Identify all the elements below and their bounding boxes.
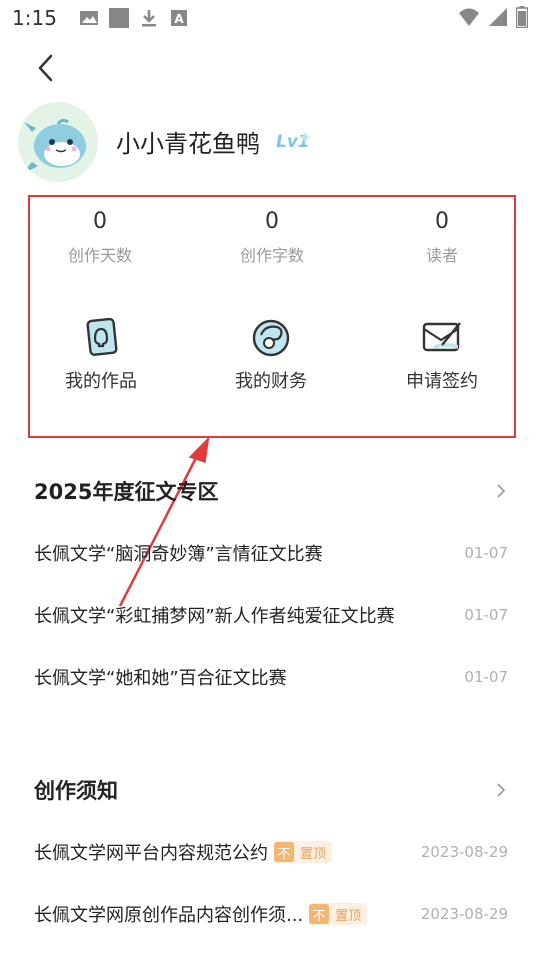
- download-icon: [141, 10, 156, 27]
- battery-icon: [516, 6, 528, 28]
- stat-word-count[interactable]: 0 创作字数: [202, 209, 342, 266]
- works-icon: [86, 317, 118, 356]
- item-date: 2023-08-29: [420, 843, 508, 861]
- stat-value: 0: [435, 209, 449, 234]
- back-button[interactable]: [30, 52, 60, 84]
- item-title: 长佩文学“彩虹捕梦网”新人作者纯爱征文比赛: [34, 606, 395, 627]
- chevron-right-icon: [497, 484, 506, 498]
- stat-label: 读者: [425, 246, 458, 265]
- stat-value: 0: [93, 209, 107, 234]
- username: 小小青花鱼鸭: [116, 130, 260, 158]
- font-icon: A: [170, 10, 187, 26]
- my-finance-button[interactable]: 我的财务: [196, 315, 346, 393]
- item-title-text: 长佩文学网原创作品内容创作须...: [34, 905, 304, 926]
- pin-label: 置顶: [335, 908, 362, 924]
- section-title: 创作须知: [34, 779, 118, 803]
- stat-writing-days[interactable]: 0 创作天数: [30, 209, 170, 266]
- pinned-badge: 不 置顶: [309, 903, 368, 925]
- signal-icon: [489, 8, 507, 26]
- stat-label: 创作字数: [239, 246, 304, 265]
- item-title-text: 长佩文学网平台内容规范公约: [34, 843, 268, 864]
- list-item[interactable]: 长佩文学“彩虹捕梦网”新人作者纯爱征文比赛 01-07: [34, 600, 508, 630]
- list-item[interactable]: 长佩文学“脑洞奇妙簿”言情征文比赛 01-07: [34, 538, 508, 568]
- chevron-right-icon: [497, 783, 506, 797]
- action-label: 申请签约: [406, 371, 478, 392]
- pin-label: 置顶: [300, 846, 327, 862]
- wifi-icon: [459, 8, 479, 26]
- list-item[interactable]: 长佩文学网原创作品内容创作须... 不 置顶 2023-08-29: [34, 899, 508, 929]
- fish-mascot-icon: [18, 102, 98, 182]
- item-date: 2023-08-29: [420, 905, 508, 923]
- square-icon: [108, 8, 129, 28]
- item-title: 长佩文学网原创作品内容创作须... 不 置顶: [34, 901, 368, 927]
- author-stats-card: 0 创作天数 0 创作字数 0 读者 我的作品 我的财务 申请签约: [28, 195, 516, 438]
- chevron-left-icon: [38, 54, 53, 82]
- item-title: 长佩文学“她和她”百合征文比赛: [34, 668, 287, 689]
- pin-icon: 不: [309, 904, 330, 924]
- my-works-button[interactable]: 我的作品: [26, 315, 176, 393]
- action-label: 我的作品: [65, 371, 137, 392]
- item-title: 长佩文学“脑洞奇妙簿”言情征文比赛: [34, 544, 323, 565]
- pinned-badge: 不 置顶: [274, 841, 333, 863]
- notice-section-header[interactable]: 创作须知: [34, 773, 508, 807]
- stat-readers[interactable]: 0 读者: [372, 209, 512, 266]
- item-date: 01-07: [464, 668, 508, 686]
- stat-value: 0: [265, 209, 279, 234]
- contest-section-header[interactable]: 2025年度征文专区: [34, 474, 508, 508]
- sign-icon: [422, 322, 461, 352]
- pin-icon: 不: [274, 842, 294, 862]
- status-bar: 1:15 A: [0, 0, 540, 36]
- item-date: 01-07: [464, 544, 508, 562]
- finance-icon: [252, 319, 290, 357]
- apply-sign-button[interactable]: 申请签约: [367, 315, 517, 393]
- svg-text:A: A: [174, 12, 184, 26]
- status-time: 1:15: [12, 6, 57, 30]
- avatar[interactable]: [18, 102, 98, 182]
- section-title: 2025年度征文专区: [34, 480, 219, 504]
- action-label: 我的财务: [235, 371, 307, 392]
- image-icon: [79, 11, 98, 25]
- stat-label: 创作天数: [67, 246, 132, 265]
- level-badge: Lv1: [276, 132, 311, 152]
- item-title: 长佩文学网平台内容规范公约 不 置顶: [34, 839, 333, 865]
- list-item[interactable]: 长佩文学网平台内容规范公约 不 置顶 2023-08-29: [34, 837, 508, 867]
- list-item[interactable]: 长佩文学“她和她”百合征文比赛 01-07: [34, 662, 508, 692]
- item-date: 01-07: [464, 606, 508, 624]
